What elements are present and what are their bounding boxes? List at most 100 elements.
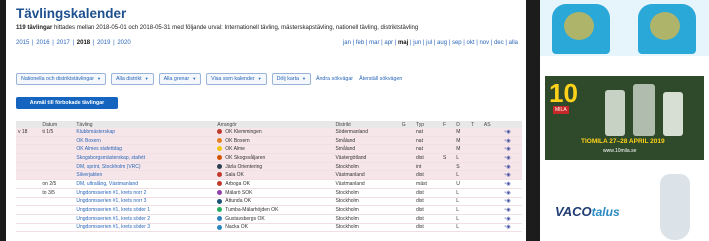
competition-name-link[interactable]: Ungdomsserien #1, krets söder 3 <box>74 223 216 233</box>
date-cell: to 3/5 <box>40 188 75 198</box>
year-link[interactable]: 2018 <box>77 40 90 46</box>
tiomila-ad[interactable]: 10 MILA TIOMILA 27–28 APRIL 2019 www.10m… <box>545 76 704 160</box>
shirt-image <box>552 4 610 54</box>
competition-name-link[interactable]: DM, ultralång, Västmanland <box>74 179 216 189</box>
table-body: v 18 ti 1/5 Klubbmästerskap OK Klemmingen Sö… <box>16 128 522 233</box>
filter-dropdown[interactable]: Alla grenar ▼ <box>158 73 202 85</box>
week-cell <box>16 136 41 146</box>
table-row[interactable]: DM, sprint, Stockholm (VRC) Järla Oriente… <box>16 162 522 172</box>
shirt-ad[interactable] <box>540 0 709 56</box>
table-row[interactable]: Ungdomsserien #1, krets norr 3 Attunda OK… <box>16 197 522 207</box>
talus-brand: talus <box>591 205 620 219</box>
entry-icon[interactable]: ◉ <box>506 172 510 178</box>
filter-label: Alla grenar <box>163 76 190 82</box>
entry-icon[interactable]: ◉ <box>506 181 510 187</box>
entry-icon[interactable]: ◉ <box>506 207 510 213</box>
entry-icon[interactable]: ◉ <box>506 129 510 135</box>
entry-icon[interactable]: ◉ <box>506 190 510 196</box>
month-link[interactable]: apr <box>384 40 393 46</box>
table-row[interactable]: Ungdomsserien #1, krets söder 1 Tumba-Mäl… <box>16 205 522 215</box>
table-row[interactable]: Silverjakten Sala OK Västmanland dist L ◔◉ <box>16 170 522 181</box>
entry-icon[interactable]: ◉ <box>506 198 510 204</box>
organizer-cell: Gustavsbergs OK <box>215 214 334 224</box>
separator: | <box>111 40 117 46</box>
competition-name-link[interactable]: OK Boxern <box>74 136 216 146</box>
club-logo-icon <box>217 163 223 169</box>
tiomila-badge: MILA <box>553 106 569 114</box>
filter-dropdown[interactable]: Nationella och distriktstävlingar ▼ <box>16 73 106 85</box>
month-link[interactable]: nov <box>479 40 489 46</box>
table-row[interactable]: on 2/5 DM, ultralång, Västmanland Arboga O… <box>16 179 522 189</box>
competition-name-link[interactable]: OK Almes stafettdag <box>74 144 216 155</box>
club-logo-icon <box>217 146 223 152</box>
competition-name-link[interactable]: Ungdomsserien #1, krets norr 3 <box>74 197 216 207</box>
filter-link[interactable]: Återställ sökvägen <box>359 74 402 84</box>
table-row[interactable]: OK Boxern OK Boxern Småland nat M ◔◉ <box>16 136 522 146</box>
club-logo-icon <box>217 189 223 195</box>
d-cell: M <box>454 128 470 137</box>
column-header: G <box>399 121 415 128</box>
entry-icon[interactable]: ◉ <box>506 216 510 222</box>
table-row[interactable]: v 18 ti 1/5 Klubbmästerskap OK Klemmingen Sö… <box>16 128 522 137</box>
organizer-cell: Tumba-Mälarhöjden OK <box>215 205 334 215</box>
filter-link[interactable]: Ändra sökvägar <box>316 74 353 84</box>
month-link[interactable]: aug <box>437 40 447 46</box>
month-link[interactable]: dec <box>494 40 504 46</box>
competition-name-link[interactable]: Klubbmästerskap <box>74 128 216 137</box>
table-row[interactable]: Ungdomsserien #1, krets söder 2 Gustavsbe… <box>16 214 522 224</box>
type-cell: dist <box>414 153 441 163</box>
month-link[interactable]: sep <box>452 40 462 46</box>
week-cell <box>16 223 41 233</box>
row-actions: ◔◉ <box>501 205 522 215</box>
month-link[interactable]: maj <box>398 40 408 46</box>
table-row[interactable]: Skogsborgsmästerskap, stafett OK Skogsvål… <box>16 153 522 163</box>
filter-dropdown[interactable]: Visa som kalender ▼ <box>206 73 267 85</box>
organizer-cell: Järla Orientering <box>215 162 334 172</box>
competition-name-link[interactable]: Ungdomsserien #1, krets norr 2 <box>74 188 216 198</box>
competition-name-link[interactable]: Silverjakten <box>74 170 216 181</box>
year-link[interactable]: 2016 <box>36 40 49 46</box>
club-logo-icon <box>217 207 223 213</box>
column-header: Datum <box>40 121 75 128</box>
competition-name-link[interactable]: DM, sprint, Stockholm (VRC) <box>74 162 216 172</box>
year-link[interactable]: 2020 <box>117 40 130 46</box>
filter-label: Visa som kalender <box>211 76 255 82</box>
d-cell: L <box>454 153 470 163</box>
caret-down-icon: ▼ <box>301 76 306 81</box>
year-link[interactable]: 2015 <box>16 40 29 46</box>
month-link[interactable]: okt <box>467 40 475 46</box>
separator: | <box>70 40 76 46</box>
month-link[interactable]: jun <box>413 40 421 46</box>
competition-name-link[interactable]: Skogsborgsmästerskap, stafett <box>74 153 216 163</box>
filter-dropdown[interactable]: Dölj karta ▼ <box>271 73 311 85</box>
month-link[interactable]: mar <box>369 40 379 46</box>
filter-dropdown[interactable]: Alla distrikt ▼ <box>110 73 154 85</box>
year-link[interactable]: 2019 <box>97 40 110 46</box>
year-link[interactable]: 2017 <box>57 40 70 46</box>
f-cell: S <box>440 153 455 163</box>
month-link[interactable]: alla <box>509 40 518 46</box>
week-cell <box>16 153 41 163</box>
entry-icon[interactable]: ◉ <box>506 146 510 152</box>
month-link[interactable]: feb <box>356 40 364 46</box>
f-cell <box>440 214 455 224</box>
entry-icon[interactable]: ◉ <box>506 164 510 170</box>
column-header <box>501 121 522 128</box>
vaco-talus-ad[interactable]: VACOtalus <box>545 172 704 241</box>
organizer-name: Arboga OK <box>225 180 250 187</box>
table-row[interactable]: OK Almes stafettdag OK Alme Småland nat M ◔◉ <box>16 144 522 155</box>
f-cell <box>440 205 455 215</box>
table-row[interactable]: Ungdomsserien #1, krets söder 3 Nacka OK S… <box>16 223 522 233</box>
entry-icon[interactable]: ◉ <box>506 155 510 161</box>
table-row[interactable]: to 3/5 Ungdomsserien #1, krets norr 2 Mäla… <box>16 188 522 198</box>
month-link[interactable]: jan <box>343 40 351 46</box>
register-preselected-button[interactable]: Anmäl till förbokade tävlingar <box>16 97 118 109</box>
entry-icon[interactable]: ◉ <box>506 224 510 230</box>
organizer-cell: Mälarö SOK <box>215 188 334 198</box>
competition-name-link[interactable]: Ungdomsserien #1, krets söder 1 <box>74 205 216 215</box>
entry-icon[interactable]: ◉ <box>506 138 510 144</box>
competition-name-link[interactable]: Ungdomsserien #1, krets söder 2 <box>74 214 216 224</box>
organizer-cell: Sala OK <box>215 170 334 181</box>
club-logo-icon <box>217 129 223 135</box>
ad-column: 10 MILA TIOMILA 27–28 APRIL 2019 www.10m… <box>540 0 709 241</box>
